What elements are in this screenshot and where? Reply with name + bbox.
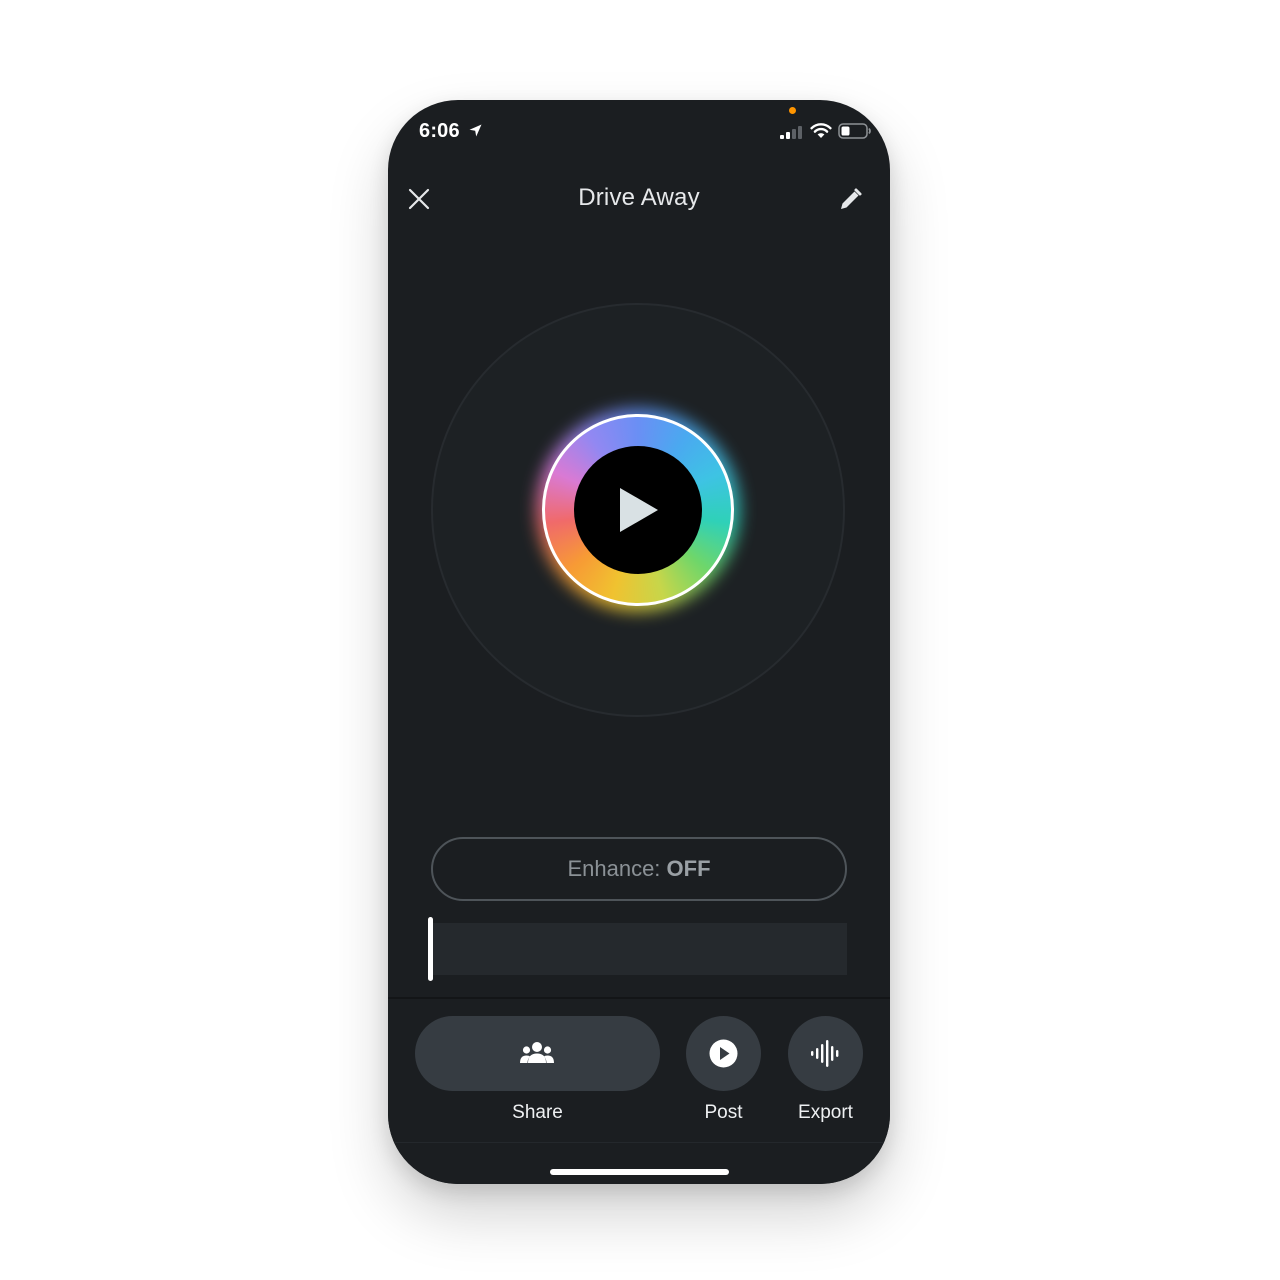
post-label: Post (704, 1102, 743, 1123)
pencil-icon[interactable] (836, 186, 864, 214)
page-title: Drive Away (578, 184, 700, 211)
export-label: Export (798, 1102, 853, 1123)
home-indicator[interactable] (550, 1169, 729, 1175)
play-button[interactable] (574, 446, 702, 574)
cellular-signal-icon (780, 126, 802, 139)
play-icon (620, 488, 658, 532)
post-button[interactable] (686, 1016, 761, 1091)
people-group-icon (520, 1042, 554, 1063)
wifi-icon (810, 123, 832, 138)
export-button[interactable] (788, 1016, 863, 1091)
waveform-icon (811, 1040, 839, 1067)
share-label: Share (512, 1102, 563, 1123)
battery-icon (838, 123, 871, 139)
playhead-handle[interactable] (428, 917, 433, 981)
status-time: 6:06 (419, 120, 460, 142)
bottom-divider (388, 1142, 890, 1143)
play-circle-icon (709, 1039, 738, 1068)
privacy-indicator-dot (789, 107, 796, 114)
phone-screen: 6:06 Drive Away Enhance: OFF Share Post … (388, 100, 890, 1184)
waveform-track[interactable] (432, 923, 847, 975)
enhance-value: OFF (666, 856, 711, 881)
location-arrow-icon (469, 124, 482, 137)
enhance-toggle[interactable]: Enhance: OFF (431, 837, 847, 901)
enhance-label: Enhance: (567, 856, 667, 881)
share-button[interactable] (415, 1016, 660, 1091)
